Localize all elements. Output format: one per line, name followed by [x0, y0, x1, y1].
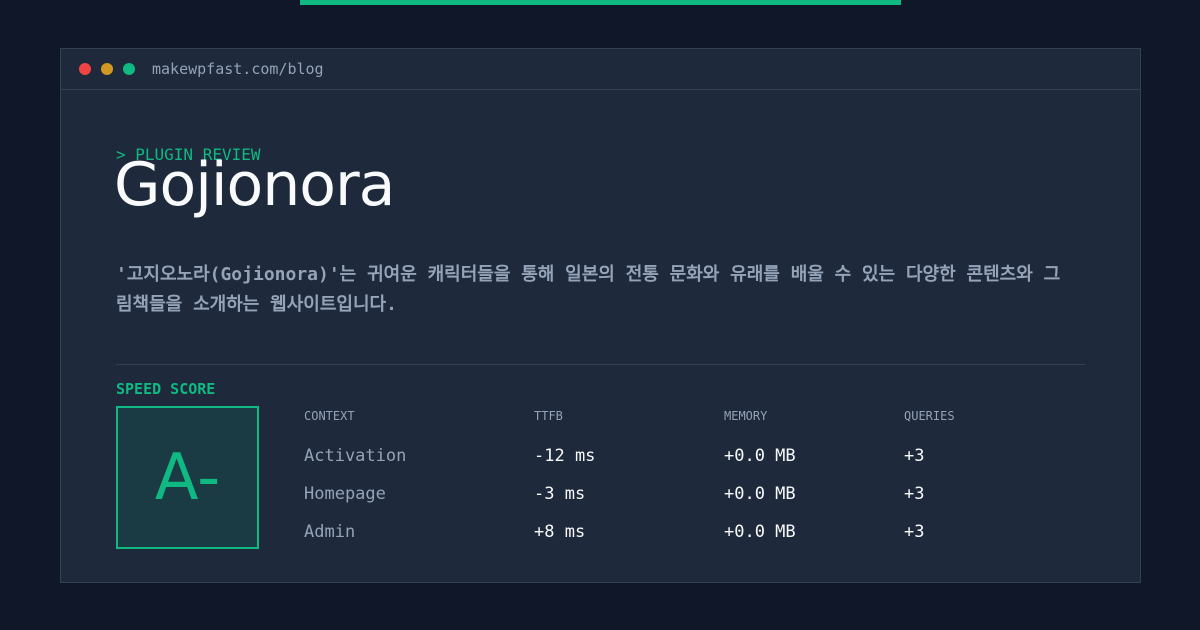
row-admin-ttfb: +8 ms: [534, 522, 586, 542]
url-text: makewpfast.com/blog: [152, 60, 324, 78]
row-homepage-context: Homepage: [304, 484, 386, 504]
page-title: Gojionora: [114, 150, 395, 220]
section-divider: [116, 364, 1085, 365]
column-header-memory: MEMORY: [724, 409, 768, 423]
close-window-dot-icon[interactable]: [79, 63, 91, 75]
row-activation-ttfb: -12 ms: [534, 446, 596, 466]
column-header-queries: QUERIES: [904, 409, 955, 423]
row-activation-queries: +3: [904, 446, 925, 466]
top-accent-bar: [300, 0, 901, 5]
speed-score-box: A-: [116, 406, 259, 549]
row-admin-queries: +3: [904, 522, 925, 542]
maximize-window-dot-icon[interactable]: [123, 63, 135, 75]
browser-window: makewpfast.com/blog > PLUGIN REVIEW Goji…: [60, 48, 1141, 583]
minimize-window-dot-icon[interactable]: [101, 63, 113, 75]
window-titlebar: makewpfast.com/blog: [61, 49, 1140, 90]
column-header-ttfb: TTFB: [534, 409, 563, 423]
row-homepage-queries: +3: [904, 484, 925, 504]
row-admin-memory: +0.0 MB: [724, 522, 796, 542]
speed-score-label: SPEED SCORE: [116, 380, 216, 398]
speed-score-grade: A-: [154, 440, 221, 515]
row-activation-context: Activation: [304, 446, 407, 466]
row-homepage-memory: +0.0 MB: [724, 484, 796, 504]
column-header-context: CONTEXT: [304, 409, 355, 423]
row-admin-context: Admin: [304, 522, 356, 542]
row-activation-memory: +0.0 MB: [724, 446, 796, 466]
row-homepage-ttfb: -3 ms: [534, 484, 586, 504]
post-description: '고지오노라(Gojionora)'는 귀여운 캐릭터들을 통해 일본의 전통 …: [116, 264, 1061, 315]
